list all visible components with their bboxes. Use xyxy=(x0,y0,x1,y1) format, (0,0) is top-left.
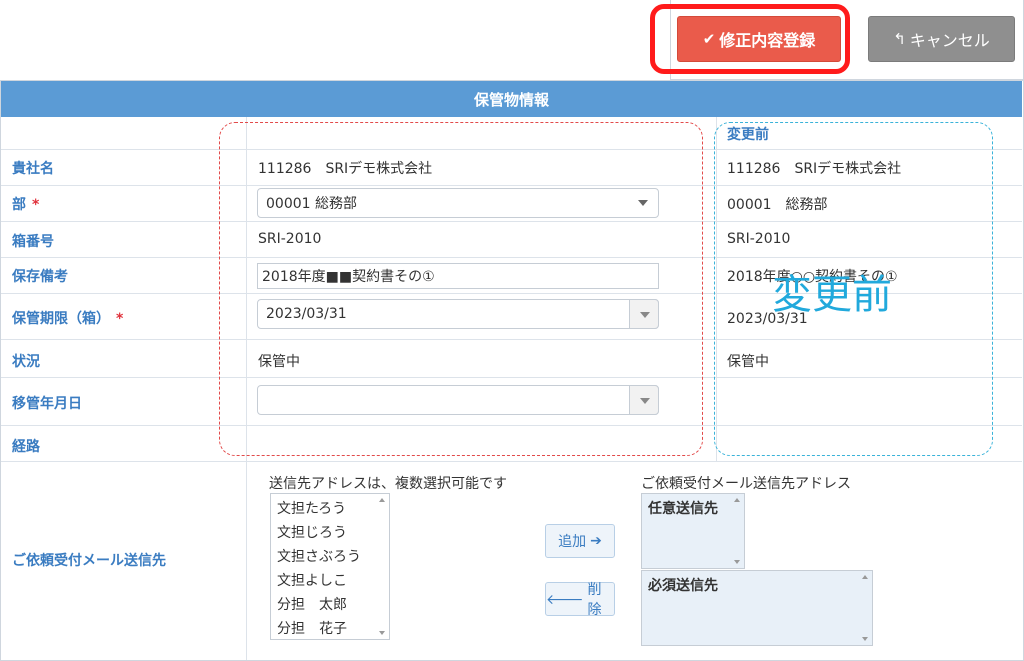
note-label: 保存備考 xyxy=(12,269,68,285)
list-item[interactable]: 文担たろう xyxy=(271,497,389,521)
scroll-up-icon[interactable] xyxy=(862,575,868,579)
box-no-label: 箱番号 xyxy=(12,234,54,250)
dept-label: 部 * xyxy=(12,197,40,213)
scroll-up-icon[interactable] xyxy=(379,498,385,502)
mail-label: ご依頼受付メール送信先 xyxy=(12,553,166,569)
optional-recipients-list[interactable]: 任意送信先 xyxy=(641,493,745,569)
period-label: 保管期限（箱） * xyxy=(12,311,124,327)
scroll-down-icon[interactable] xyxy=(379,631,385,635)
arrow-right-icon: ➔ xyxy=(590,533,602,549)
current-values-annotation xyxy=(219,122,703,456)
list-item[interactable]: 文担よしこ xyxy=(271,569,389,593)
before-overlay-text: 変更前 xyxy=(772,272,892,318)
cancel-label: キャンセル xyxy=(909,31,990,50)
status-label: 状況 xyxy=(12,354,40,370)
scroll-up-icon[interactable] xyxy=(734,498,740,502)
list-item[interactable]: 文担じろう xyxy=(271,521,389,545)
required-mark: * xyxy=(116,311,124,327)
company-label: 貴社名 xyxy=(12,161,54,177)
highlight-annotation xyxy=(650,4,850,74)
route-label: 経路 xyxy=(12,439,40,455)
scroll-down-icon[interactable] xyxy=(862,637,868,641)
list-item[interactable]: 分担 花子 xyxy=(271,617,389,641)
add-button[interactable]: 追加 ➔ xyxy=(545,524,615,558)
list-item[interactable]: 文担さぶろう xyxy=(271,545,389,569)
required-recipients-title: 必須送信先 xyxy=(648,578,718,594)
undo-icon: ↰ xyxy=(893,30,906,48)
required-recipients-list[interactable]: 必須送信先 xyxy=(641,570,873,646)
remove-button[interactable]: 🡐 削除 xyxy=(545,582,615,618)
scroll-down-icon[interactable] xyxy=(734,560,740,564)
address-list[interactable]: 文担たろう 文担じろう 文担さぶろう 文担よしこ 分担 太郎 分担 花子 xyxy=(270,493,390,640)
optional-recipients-title: 任意送信先 xyxy=(648,501,718,517)
add-label: 追加 xyxy=(558,534,587,550)
list-item[interactable]: 分担 太郎 xyxy=(271,593,389,617)
required-mark: * xyxy=(32,197,40,213)
left-caption: 送信先アドレスは、複数選択可能です xyxy=(269,476,507,492)
transfer-label: 移管年月日 xyxy=(12,396,82,412)
cancel-button[interactable]: ↰ キャンセル xyxy=(868,16,1015,62)
arrow-left-icon: 🡐 xyxy=(546,591,584,608)
remove-label: 削除 xyxy=(587,582,602,618)
section-title: 保管物情報 xyxy=(1,81,1022,117)
right-caption: ご依頼受付メール送信先アドレス xyxy=(641,476,851,492)
